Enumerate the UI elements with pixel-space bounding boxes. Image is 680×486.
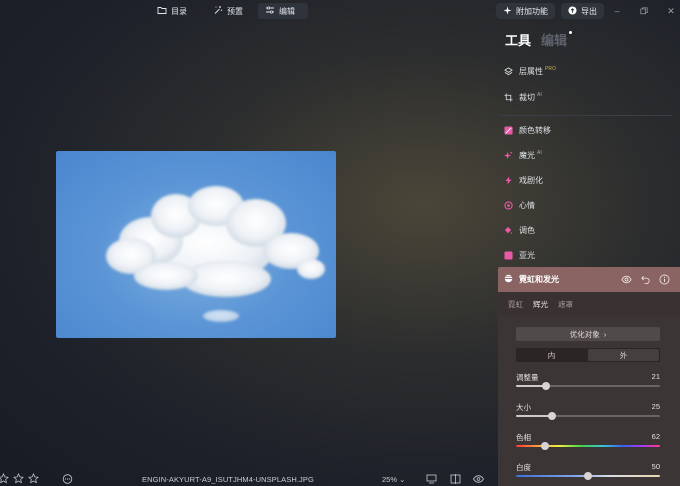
tool-label: 裁切 (519, 92, 535, 102)
neon-glow-icon (504, 274, 513, 285)
slider-thumb[interactable] (548, 412, 556, 420)
optimize-label: 优化对象 (569, 329, 600, 339)
tool-label: 戏剧化 (519, 175, 543, 185)
folder-icon (157, 5, 167, 17)
compare-icon[interactable] (450, 474, 461, 484)
sparkle-icon (504, 150, 513, 160)
matte-icon (504, 250, 513, 260)
addons-label: 附加功能 (516, 6, 548, 16)
slider-value: 62 (651, 432, 660, 441)
addons-button[interactable]: 附加功能 (496, 3, 555, 19)
divider (500, 115, 672, 116)
chevron-right-icon: › (603, 329, 607, 339)
tab-tools[interactable]: 工具 (505, 30, 531, 49)
inside-outside-toggle: 内 外 (516, 348, 660, 362)
nav-catalog-label: 目录 (171, 6, 187, 16)
tool-label: 魔光 (519, 150, 535, 160)
tool-dramatic[interactable]: 戏剧化 (504, 173, 543, 187)
paint-bucket-icon (504, 226, 513, 235)
rating-stars (0, 473, 39, 486)
subtab-glow[interactable]: 辉光 (533, 299, 548, 310)
slider-thumb[interactable] (584, 472, 592, 480)
color-transfer-icon (504, 125, 513, 135)
export-icon (568, 5, 577, 17)
segment-outside[interactable]: 外 (588, 349, 659, 361)
tool-layer-properties[interactable]: 层属性 PRO (504, 64, 556, 78)
close-icon[interactable]: ✕ (664, 4, 678, 18)
slider-track[interactable] (516, 415, 660, 417)
section-subtabs: 霓虹 辉光 遮罩 (498, 292, 680, 316)
slider-thumb[interactable] (542, 382, 551, 390)
file-name: ENGIN-AKYURT-A9_ISUTJHM4-UNSPLASH.JPG (142, 475, 314, 484)
slider-thumb[interactable] (540, 442, 549, 450)
tool-magic-light[interactable]: 魔光 AI (504, 148, 542, 162)
layers-icon (504, 66, 513, 76)
export-label: 导出 (581, 6, 597, 16)
subtab-mask[interactable]: 遮罩 (558, 299, 573, 310)
sparkle-icon (503, 5, 512, 17)
tool-crop[interactable]: 裁切 AI (504, 90, 542, 104)
slider-track[interactable] (516, 385, 660, 387)
tool-mood[interactable]: 心情 (504, 198, 535, 212)
tool-label: 调色 (519, 225, 535, 235)
info-icon[interactable] (659, 274, 670, 287)
maximize-icon[interactable] (637, 4, 651, 18)
slider-value: 50 (651, 462, 660, 471)
nav-edit-button[interactable]: 编辑 (258, 3, 308, 19)
tool-label: 层属性 (519, 66, 543, 76)
mood-icon (504, 200, 513, 210)
magic-wand-icon (213, 5, 223, 17)
tool-label: 颜色转移 (519, 125, 551, 135)
tab-edit[interactable]: 编辑 (541, 30, 573, 49)
section-title: 霓虹和发光 (519, 275, 559, 284)
lightning-icon (504, 175, 513, 185)
zoom-dropdown[interactable]: 25% ⌄ (382, 475, 405, 484)
nav-presets-button[interactable]: 预置 (206, 3, 250, 19)
slider-label: 调整量 (516, 373, 539, 382)
tool-label: 心情 (519, 200, 535, 210)
slider-track[interactable] (516, 445, 660, 447)
undo-icon[interactable] (640, 274, 651, 287)
crop-icon (504, 92, 513, 102)
sliders-icon (265, 5, 275, 17)
slider-label: 大小 (516, 403, 531, 412)
tool-color-transfer[interactable]: 颜色转移 (504, 123, 551, 137)
more-icon[interactable] (62, 474, 73, 484)
ai-badge: AI (537, 91, 542, 98)
export-button[interactable]: 导出 (561, 3, 604, 19)
tool-toning[interactable]: 调色 (504, 223, 535, 237)
monitor-icon[interactable] (426, 474, 437, 484)
tools-panel: 工具 编辑 层属性 PRO 裁切 AI 颜色转移 魔光 AI 戏剧化 心情 调色… (498, 22, 680, 486)
minimize-icon[interactable]: – (610, 4, 624, 18)
nav-catalog-button[interactable]: 目录 (150, 3, 194, 19)
top-bar: 目录 预置 编辑 附加功能 导出 – ✕ (0, 0, 680, 22)
ai-badge: AI (537, 149, 542, 156)
nav-presets-label: 预置 (227, 6, 243, 16)
star-icon[interactable] (13, 473, 24, 486)
photo-canvas[interactable] (56, 151, 336, 338)
eye-icon[interactable] (621, 274, 632, 287)
segment-inside[interactable]: 内 (516, 348, 587, 362)
bottom-bar: ENGIN-AKYURT-A9_ISUTJHM4-UNSPLASH.JPG 25… (0, 470, 498, 486)
slider-value: 25 (651, 402, 660, 411)
glow-settings: 优化对象 › 内 外 调整量 21 大小 25 色相 62 白度 50 (498, 316, 680, 486)
star-icon[interactable] (28, 473, 39, 486)
slider-value: 21 (651, 372, 660, 381)
slider-label: 色相 (516, 433, 531, 442)
section-neon-glow-header[interactable]: 霓虹和发光 (498, 267, 680, 292)
tool-label: 亚光 (519, 250, 535, 260)
tool-matte[interactable]: 亚光 (504, 248, 535, 262)
star-icon[interactable] (0, 473, 9, 486)
pro-badge: PRO (545, 65, 556, 72)
nav-edit-label: 编辑 (279, 6, 295, 16)
optimize-objects-button[interactable]: 优化对象 › (516, 327, 660, 341)
subtab-neon[interactable]: 霓虹 (508, 299, 523, 310)
eye-icon[interactable] (473, 474, 484, 484)
slider-label: 白度 (516, 463, 531, 472)
